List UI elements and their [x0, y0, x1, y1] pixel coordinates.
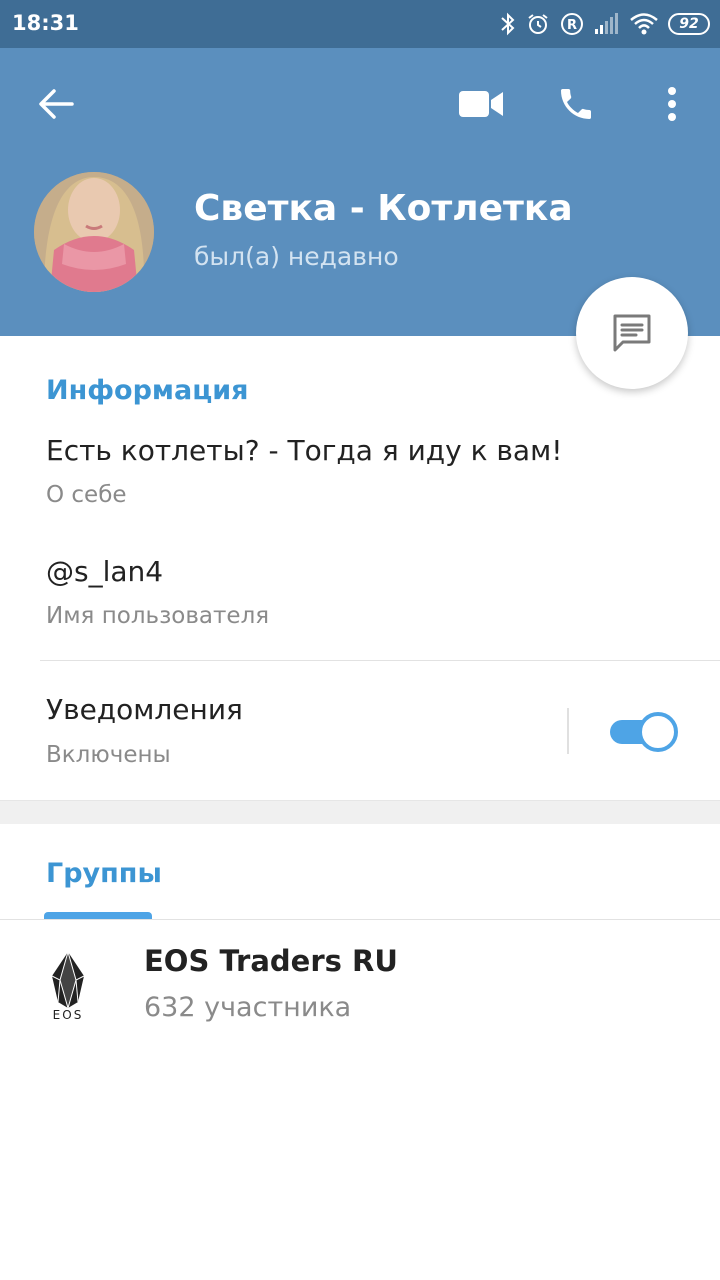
status-time: 18:31 — [12, 11, 79, 35]
svg-text:R: R — [567, 18, 577, 33]
username-text: @s_lan4 — [46, 555, 164, 588]
username-label: Имя пользователя — [46, 603, 270, 629]
status-icons: R 92 — [500, 10, 710, 38]
toggle-knob — [638, 712, 678, 752]
call-button[interactable] — [550, 78, 602, 130]
video-call-icon — [459, 91, 503, 117]
battery-icon: 92 — [668, 13, 710, 35]
phone-icon — [561, 89, 591, 119]
alarm-icon — [526, 12, 550, 36]
group-name: EOS Traders RU — [144, 944, 398, 978]
more-options-button[interactable] — [652, 78, 692, 130]
group-list-item[interactable]: EOS EOS Traders RU 632 участника — [0, 922, 720, 1042]
divider — [0, 919, 720, 920]
vertical-separator — [567, 708, 569, 754]
signal-icon — [594, 13, 620, 35]
last-seen-status: был(а) недавно — [194, 242, 399, 271]
roaming-icon: R — [560, 12, 584, 36]
bio-text: Есть котлеты? - Тогда я иду к вам! — [46, 434, 563, 467]
notifications-state: Включены — [46, 742, 171, 768]
bluetooth-icon — [500, 12, 516, 36]
more-vert-icon — [668, 87, 676, 121]
profile-name: Светка - Котлетка — [194, 188, 573, 229]
back-button[interactable] — [28, 80, 84, 128]
status-bar: 18:31 R 92 — [0, 0, 720, 48]
info-section-title: Информация — [46, 375, 249, 406]
divider — [40, 660, 720, 661]
group-members-count: 632 участника — [144, 992, 352, 1023]
tab-indicator — [44, 912, 152, 919]
eos-logo-text: EOS — [52, 1008, 84, 1022]
wifi-icon — [630, 13, 658, 35]
message-icon — [613, 314, 651, 352]
section-separator — [0, 800, 720, 824]
video-call-button[interactable] — [454, 80, 508, 128]
avatar[interactable] — [34, 172, 154, 292]
back-arrow-icon — [39, 89, 74, 119]
notifications-label: Уведомления — [46, 693, 243, 726]
send-message-button[interactable] — [576, 277, 688, 389]
bio-label: О себе — [46, 482, 127, 508]
tab-groups[interactable]: Группы — [46, 858, 162, 889]
notifications-toggle[interactable] — [608, 712, 678, 752]
